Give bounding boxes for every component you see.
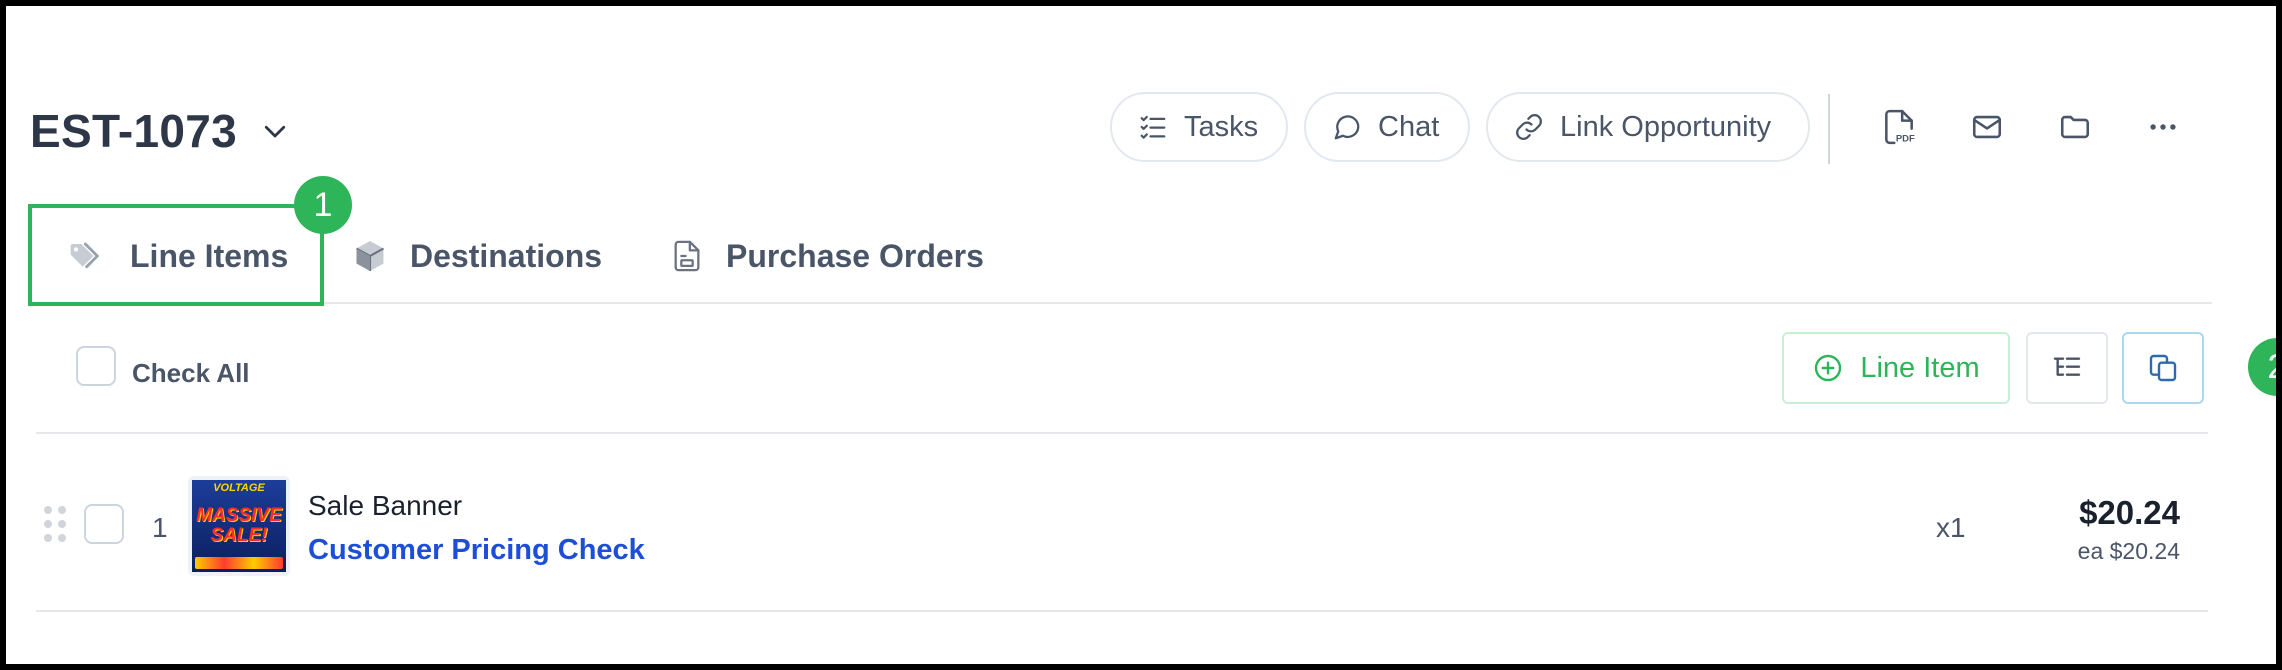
copy-icon [2149, 354, 2177, 382]
annotation-badge-2: 2 [2248, 338, 2276, 396]
tree-list-icon [2053, 357, 2081, 376]
product-thumbnail[interactable]: VOLTAGE MASSIVE SALE! [188, 476, 290, 576]
pdf-icon[interactable]: PDF [1876, 104, 1922, 150]
tasks-button[interactable]: Tasks [1110, 92, 1288, 162]
tab-highlight-annotation [28, 204, 324, 306]
tasks-label: Tasks [1184, 110, 1259, 143]
item-total-price: $20.24 [2079, 494, 2180, 531]
link-opportunity-label: Link Opportunity [1560, 110, 1772, 143]
document-icon [674, 240, 700, 272]
folder-icon[interactable] [2052, 104, 2098, 150]
tab-label: Destinations [410, 237, 603, 274]
mail-icon[interactable] [1964, 104, 2010, 150]
drag-handle-icon[interactable] [44, 506, 66, 542]
page-title: EST-1073 [30, 105, 237, 157]
sale-banner-image: VOLTAGE MASSIVE SALE! [192, 480, 286, 572]
thumbnail-brand-text: VOLTAGE [213, 482, 265, 494]
item-quantity: x1 [1936, 512, 1966, 543]
chat-button[interactable]: Chat [1304, 92, 1470, 162]
tree-view-button[interactable] [2026, 332, 2108, 404]
item-unit-price: ea $20.24 [2077, 538, 2180, 564]
link-opportunity-button[interactable]: Link Opportunity [1486, 92, 1810, 162]
thumbnail-decoration [195, 557, 283, 569]
header-divider [1828, 94, 1830, 164]
row-number: 1 [152, 512, 168, 543]
customer-pricing-link[interactable]: Customer Pricing Check [308, 534, 645, 567]
chat-icon [1334, 115, 1360, 140]
more-icon[interactable] [2140, 104, 2186, 150]
box-icon [355, 241, 385, 271]
toolbar-divider [36, 432, 2208, 434]
chat-label: Chat [1378, 110, 1440, 143]
plus-circle-icon [1815, 354, 1842, 382]
svg-text:PDF: PDF [1896, 133, 1915, 144]
item-name: Sale Banner [308, 490, 463, 521]
row-divider [36, 610, 2208, 612]
thumbnail-headline-2: SALE! [210, 525, 268, 546]
tabs-divider [324, 302, 2212, 304]
annotation-badge-1: 1 [294, 176, 352, 234]
check-all-label: Check All [132, 358, 250, 388]
row-checkbox[interactable] [84, 504, 124, 544]
tab-label: Purchase Orders [726, 237, 984, 274]
tab-destinations[interactable]: Destinations [352, 226, 602, 286]
tab-purchase-orders[interactable]: Purchase Orders [670, 226, 984, 286]
thumbnail-headline-1: MASSIVE [196, 505, 282, 526]
add-line-item-label: Line Item [1860, 351, 1980, 384]
chevron-down-icon[interactable] [257, 113, 293, 149]
page-frame: EST-1073 Tasks Chat Link Opportunity PDF… [6, 6, 2276, 664]
check-all-checkbox[interactable] [76, 346, 116, 386]
link-icon [1516, 114, 1542, 140]
checklist-icon [1140, 115, 1166, 139]
estimate-title-group[interactable]: EST-1073 [30, 104, 293, 158]
copy-button[interactable] [2122, 332, 2204, 404]
add-line-item-button[interactable]: Line Item [1782, 332, 2010, 404]
